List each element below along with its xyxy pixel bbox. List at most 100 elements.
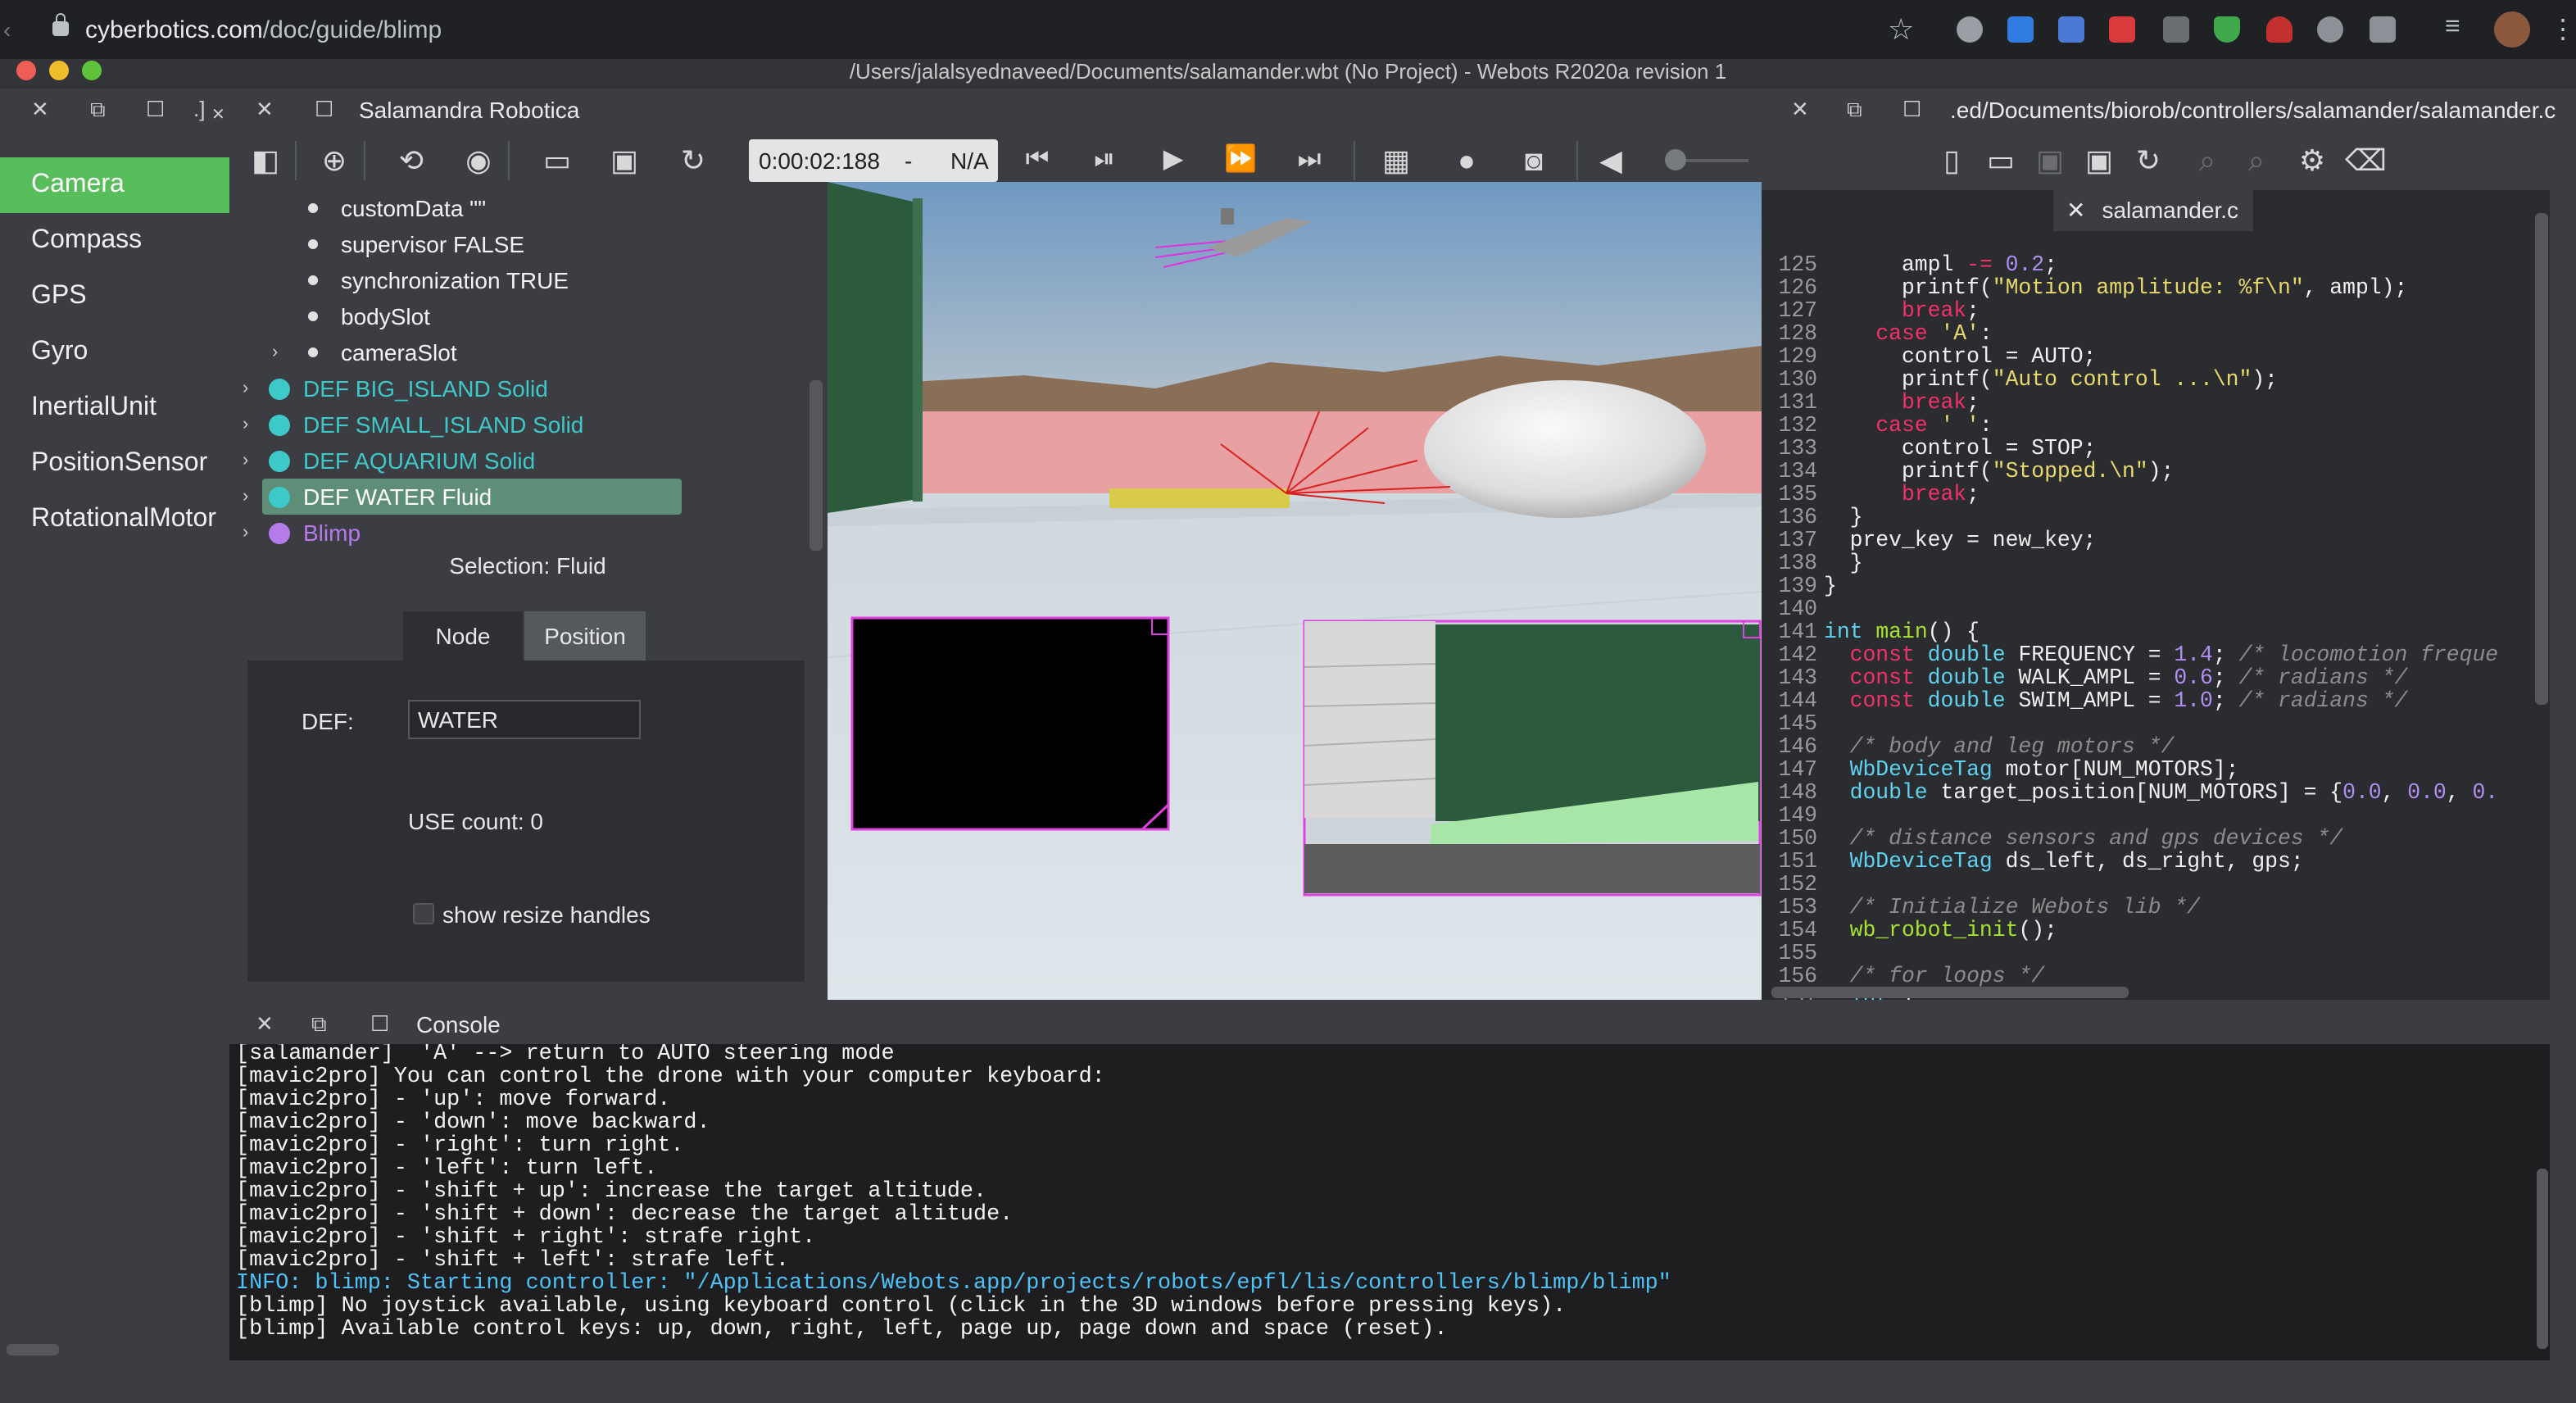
sidebar-item-rotationalmotor[interactable]: RotationalMotor <box>0 492 229 547</box>
save-all-icon[interactable]: ▣ <box>2083 144 2116 177</box>
save-world-icon[interactable]: ▣ <box>608 144 641 177</box>
sidebar-item-inertialunit[interactable]: InertialUnit <box>0 380 229 436</box>
record-icon[interactable]: ● <box>1450 144 1483 177</box>
reset-simulation-icon[interactable]: ⏮ <box>1021 144 1054 177</box>
use-count: USE count: 0 <box>408 808 543 834</box>
find-icon[interactable]: ⌕ <box>2191 144 2224 177</box>
step-icon[interactable]: ⏯ <box>1088 144 1121 177</box>
console-scrollbar[interactable] <box>2537 1169 2548 1349</box>
extension-circle-icon[interactable] <box>2317 16 2343 43</box>
tree-node-row[interactable]: › DEF BIG_ISLAND Solid <box>243 370 682 406</box>
expand-arrow-icon[interactable]: › <box>243 370 248 406</box>
resize-handles-checkbox[interactable] <box>413 903 434 924</box>
close-icon[interactable]: ✕ <box>256 89 274 131</box>
tree-field-row[interactable]: supervisor FALSE <box>308 226 524 262</box>
reading-list-icon[interactable]: ≡ <box>2445 13 2460 43</box>
movie-icon[interactable]: ▦ <box>1380 144 1413 177</box>
extension-shield-red-icon[interactable] <box>2109 16 2135 43</box>
tree-field-row[interactable]: › cameraSlot <box>272 334 457 370</box>
maximize-icon[interactable]: ☐ <box>370 1005 389 1044</box>
sidebar-item-gps[interactable]: GPS <box>0 269 229 325</box>
expand-arrow-icon[interactable]: › <box>272 334 278 370</box>
expand-arrow-icon[interactable]: › <box>243 515 248 551</box>
new-file-icon[interactable]: ▯ <box>1935 144 1968 177</box>
add-node-icon[interactable]: ⊕ <box>318 144 351 177</box>
reload-world-icon[interactable]: ↻ <box>677 144 710 177</box>
maximize-icon[interactable]: ☐ <box>1903 89 1921 131</box>
node-type-icon <box>269 487 290 508</box>
browser-menu-icon[interactable]: ⋮ <box>2550 13 2576 46</box>
address-bar[interactable]: cyberbotics.com/doc/guide/blimp <box>36 10 1937 52</box>
field-bullet-icon <box>308 347 318 357</box>
replace-icon[interactable]: ⌕ <box>2240 144 2273 177</box>
bookmark-star-icon[interactable]: ☆ <box>1888 13 1914 48</box>
tree-scrollbar[interactable] <box>810 380 823 551</box>
maximize-icon[interactable]: ☐ <box>315 89 333 131</box>
tree-node-row[interactable]: › DEF WATER Fluid <box>243 479 682 515</box>
open-file-icon[interactable]: ▭ <box>1984 144 2017 177</box>
extension-disk-icon[interactable] <box>2007 16 2034 43</box>
expand-arrow-icon[interactable]: › <box>243 479 248 515</box>
open-world-icon[interactable]: ▭ <box>541 144 574 177</box>
editor-horizontal-scrollbar[interactable] <box>1771 987 2129 998</box>
def-input[interactable]: WATER <box>408 700 641 739</box>
maximize-window-button[interactable] <box>82 61 102 80</box>
extension-shield-green-icon[interactable] <box>2214 16 2240 43</box>
sidebar-item-positionsensor[interactable]: PositionSensor <box>0 436 229 492</box>
reset-view-icon[interactable]: ⟲ <box>395 144 428 177</box>
float-icon[interactable]: ⧉ <box>1847 89 1862 131</box>
editor-vertical-scrollbar[interactable] <box>2535 213 2548 705</box>
revert-icon[interactable]: ↻ <box>2132 144 2165 177</box>
browser-toolbar: ‹ cyberbotics.com/doc/guide/blimp ☆ ≡ ⋮ <box>0 0 2576 59</box>
build-gear-icon[interactable]: ⚙ <box>2296 144 2329 177</box>
screenshot-camera-icon[interactable]: ◙ <box>1517 144 1550 177</box>
tree-field-row[interactable]: synchronization TRUE <box>308 262 569 298</box>
device-sidebar: Camera Compass GPS Gyro InertialUnit Position… <box>0 131 229 1000</box>
code-editor[interactable]: ✕ salamander.c 125 ampl -= 0.2; 126 print… <box>1762 190 2550 1000</box>
node-type-icon <box>269 379 290 400</box>
extension-folder-icon[interactable] <box>2370 16 2396 43</box>
translate-extension-icon[interactable] <box>2058 16 2084 43</box>
tree-node-row[interactable]: › DEF SMALL_ISLAND Solid <box>243 406 682 443</box>
sidebar-item-gyro[interactable]: Gyro <box>0 325 229 380</box>
expand-arrow-icon[interactable]: › <box>243 443 248 479</box>
save-file-icon[interactable]: ▣ <box>2034 144 2066 177</box>
expand-arrow-icon[interactable]: › <box>243 406 248 443</box>
close-icon[interactable]: ✕ <box>31 89 49 131</box>
close-window-button[interactable] <box>16 61 36 80</box>
sidebar-item-compass[interactable]: Compass <box>0 213 229 269</box>
sidebar-horizontal-scrollbar[interactable] <box>7 1344 59 1355</box>
tree-field-row[interactable]: customData "" <box>308 190 486 226</box>
profile-avatar[interactable] <box>2494 11 2530 48</box>
tab-scroll-icon[interactable]: ‹ <box>3 16 11 43</box>
fastest-icon[interactable]: ⏭ <box>1293 144 1326 177</box>
extension-lock-icon[interactable] <box>2163 16 2189 43</box>
minimize-window-button[interactable] <box>49 61 69 80</box>
close-icon[interactable]: ✕ <box>1791 89 1809 131</box>
mute-speaker-icon[interactable]: ◀ <box>1594 144 1627 177</box>
maximize-icon[interactable]: ☐ <box>146 89 165 131</box>
file-tab[interactable]: ✕ salamander.c <box>2053 190 2253 231</box>
close-icon[interactable]: ✕ <box>256 1005 274 1044</box>
tab-node[interactable]: Node <box>403 611 523 661</box>
simulation-speed: N/A <box>950 148 989 174</box>
toggle-scene-tree-icon[interactable]: ◧ <box>249 144 282 177</box>
float-icon[interactable]: ⧉ <box>311 1005 327 1044</box>
tree-node-row[interactable]: › DEF AQUARIUM Solid <box>243 443 682 479</box>
3d-view[interactable] <box>828 182 1762 1000</box>
scene-tree: customData "" supervisor FALSE synchroniza… <box>229 190 826 554</box>
tree-field-row[interactable]: bodySlot <box>308 298 430 334</box>
console-line: [mavic2pro] - 'shift + up': increase the… <box>236 1180 987 1205</box>
fast-forward-icon[interactable]: ⏩ <box>1224 144 1257 177</box>
close-icon[interactable]: ✕ <box>2066 197 2085 223</box>
extension-gear-icon[interactable] <box>1957 16 1983 43</box>
visibility-eye-icon[interactable]: ◉ <box>462 144 495 177</box>
tab-position[interactable]: Position <box>524 611 646 661</box>
sidebar-item-camera[interactable]: Camera <box>0 157 229 213</box>
volume-slider-handle[interactable] <box>1665 149 1686 170</box>
tree-node-row[interactable]: › Blimp <box>243 515 682 551</box>
extension-ublock-icon[interactable] <box>2266 16 2293 43</box>
float-icon[interactable]: ⧉ <box>90 89 106 131</box>
play-icon[interactable]: ▶ <box>1157 144 1190 177</box>
clean-brush-icon[interactable]: ⌫ <box>2345 144 2387 177</box>
